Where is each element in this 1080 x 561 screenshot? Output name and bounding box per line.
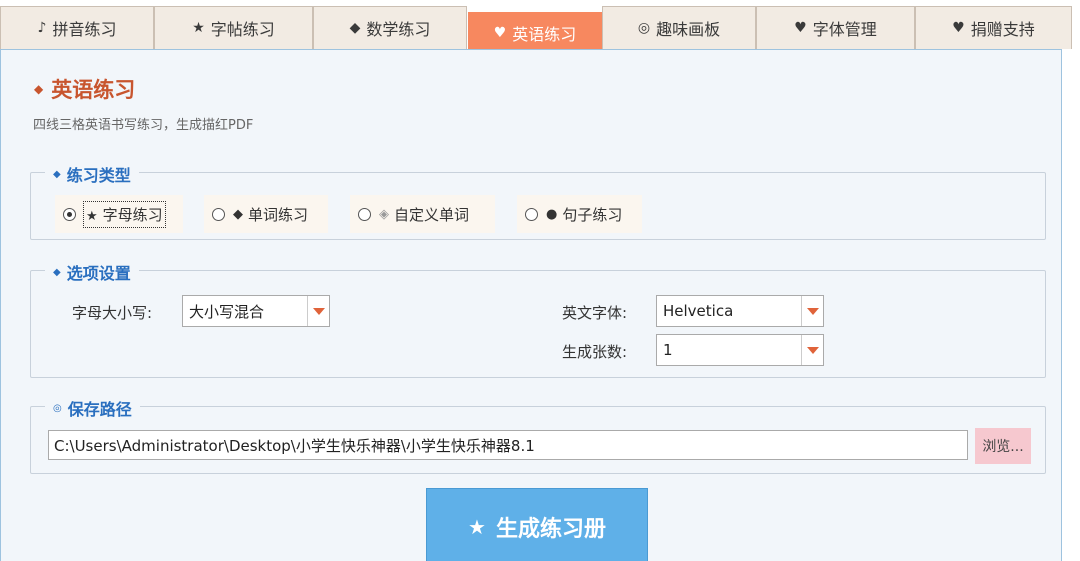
count-select[interactable]: 1 bbox=[656, 334, 824, 366]
diamond-icon: ◆ bbox=[34, 82, 44, 96]
diamond-outline-icon: ◈ bbox=[379, 206, 389, 222]
star-icon: ★ bbox=[468, 515, 486, 539]
radio-checked-icon bbox=[63, 207, 76, 221]
dot-icon: ● bbox=[546, 206, 558, 222]
count-select-value: 1 bbox=[663, 341, 673, 359]
radio-custom-words[interactable]: ◈ 自定义单词 bbox=[350, 195, 495, 233]
star-icon: ★ bbox=[192, 20, 205, 36]
heart-icon: ♥ bbox=[794, 20, 807, 36]
radio-label: 句子练习 bbox=[562, 205, 623, 224]
tab-donate[interactable]: ♥ 捐赠支持 bbox=[915, 6, 1072, 49]
font-label: 英文字体: bbox=[562, 304, 628, 322]
case-select[interactable]: 大小写混合 bbox=[182, 295, 330, 327]
heart-icon: ♥ bbox=[952, 20, 965, 36]
radio-label: 自定义单词 bbox=[394, 205, 470, 224]
heart-icon: ♥ bbox=[493, 24, 507, 41]
diamond-icon: ◆ bbox=[53, 266, 61, 278]
dropdown-arrow-icon bbox=[307, 296, 329, 326]
tab-label: 捐赠支持 bbox=[970, 20, 1035, 39]
radio-label: 单词练习 bbox=[248, 205, 309, 224]
tab-bar: ♪ 拼音练习 ★ 字帖练习 ◆ 数学练习 ♥ 英语练习 ◎ 趣味画板 ♥ 字体管… bbox=[0, 0, 1080, 52]
tab-label: 拼音练习 bbox=[52, 20, 117, 39]
tab-math[interactable]: ◆ 数学练习 bbox=[313, 6, 467, 49]
diamond-icon: ◆ bbox=[349, 20, 361, 36]
circle-icon: ◎ bbox=[637, 20, 651, 36]
case-select-value: 大小写混合 bbox=[189, 302, 265, 321]
music-note-icon: ♪ bbox=[37, 20, 47, 36]
radio-label: 字母练习 bbox=[102, 205, 163, 224]
generate-workbook-button[interactable]: ★ 生成练习册 bbox=[426, 488, 648, 561]
save-path-input[interactable] bbox=[48, 430, 968, 460]
save-path-legend: ◎ 保存路径 bbox=[45, 396, 140, 420]
count-label: 生成张数: bbox=[562, 343, 628, 361]
options-legend: ◆ 选项设置 bbox=[45, 260, 139, 284]
radio-unchecked-icon bbox=[525, 207, 538, 221]
tab-english[interactable]: ♥ 英语练习 bbox=[468, 12, 602, 52]
tab-label: 数学练习 bbox=[366, 20, 431, 39]
radio-sentence-practice[interactable]: ● 句子练习 bbox=[517, 195, 642, 233]
case-label: 字母大小写: bbox=[72, 304, 153, 322]
star-icon: ★ bbox=[86, 208, 98, 224]
radio-unchecked-icon bbox=[212, 207, 225, 221]
tab-font-management[interactable]: ♥ 字体管理 bbox=[756, 6, 915, 49]
radio-label-wrap: ★ 字母练习 bbox=[83, 200, 166, 228]
tab-label: 英语练习 bbox=[512, 24, 577, 44]
browse-button[interactable]: 浏览... bbox=[975, 428, 1031, 464]
radio-word-practice[interactable]: ◆ 单词练习 bbox=[204, 195, 328, 233]
legend-text: 保存路径 bbox=[67, 400, 132, 419]
circle-icon: ◎ bbox=[53, 402, 62, 414]
font-select[interactable]: Helvetica bbox=[656, 295, 824, 327]
page-subtitle: 四线三格英语书写练习，生成描红PDF bbox=[33, 118, 254, 133]
dropdown-arrow-icon bbox=[801, 296, 823, 326]
page-title: ◆ 英语练习 bbox=[34, 74, 135, 104]
dropdown-arrow-icon bbox=[801, 335, 823, 365]
legend-text: 练习类型 bbox=[66, 166, 131, 185]
tab-pinyin[interactable]: ♪ 拼音练习 bbox=[0, 6, 154, 49]
tab-calligraphy[interactable]: ★ 字帖练习 bbox=[154, 6, 313, 49]
tab-label: 字体管理 bbox=[812, 20, 877, 39]
radio-unchecked-icon bbox=[358, 207, 371, 221]
page-title-text: 英语练习 bbox=[51, 78, 136, 102]
diamond-icon: ◆ bbox=[53, 168, 61, 180]
generate-label: 生成练习册 bbox=[495, 517, 606, 542]
tab-drawing-board[interactable]: ◎ 趣味画板 bbox=[602, 6, 756, 49]
practice-type-legend: ◆ 练习类型 bbox=[45, 162, 139, 186]
tab-label: 字帖练习 bbox=[210, 20, 275, 39]
diamond-icon: ◆ bbox=[233, 206, 243, 222]
tab-label: 趣味画板 bbox=[656, 20, 721, 39]
font-select-value: Helvetica bbox=[663, 302, 734, 320]
legend-text: 选项设置 bbox=[66, 264, 131, 283]
radio-letter-practice[interactable]: ★ 字母练习 bbox=[55, 195, 183, 233]
